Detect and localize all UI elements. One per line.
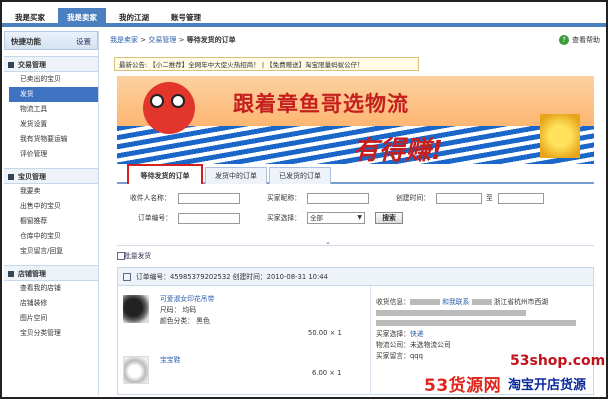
octopus-eye-icon	[171, 94, 185, 108]
sidebar-item-warehouse[interactable]: 仓库中的宝贝	[4, 229, 98, 244]
receiver-name-label: 收件人名称：	[130, 194, 171, 202]
search-button[interactable]: 搜索	[375, 212, 403, 224]
octopus-eye-icon	[150, 94, 164, 108]
sidebar-item-decorate[interactable]: 店铺装修	[4, 296, 98, 311]
sidebar-section-trade: 交易管理 已卖出的宝贝 发货 物流工具 发货设置 我有货物要运输 评价管理	[4, 56, 98, 162]
help-link[interactable]: ? 查看帮助	[559, 31, 600, 49]
sidebar-title: 快捷功能	[11, 37, 41, 46]
receiver-info: 收货信息： 和我联系 浙江省杭州市西湖	[376, 298, 549, 306]
column-divider	[370, 286, 371, 395]
created-start-input[interactable]	[436, 193, 482, 204]
sidebar-section-goods: 宝贝管理 我要卖 出售中的宝贝 橱窗推荐 仓库中的宝贝 宝贝留言/回复	[4, 168, 98, 259]
product-thumbnail[interactable]	[123, 295, 149, 323]
sidebar-item-ship-settings[interactable]: 发货设置	[4, 117, 98, 132]
banner-slogan: 有得赚!	[353, 136, 443, 164]
sidebar-section-title[interactable]: 宝贝管理	[4, 168, 98, 184]
gold-coins-graphic	[540, 114, 580, 158]
main-content: 我是卖家 > 交易管理 > 等待发货的订单 ? 查看帮助 最新公告: 【小二推荐】…	[110, 31, 600, 395]
product-color: 颜色分类： 黑色	[160, 317, 210, 325]
sidebar-item-transport[interactable]: 我有货物要运输	[4, 132, 98, 147]
breadcrumb: 我是卖家 > 交易管理 > 等待发货的订单	[110, 36, 236, 44]
order-number-text: 订单编号：45985379202532 创建时间：2010-08-31 10:4…	[136, 273, 328, 281]
tab-jianghu[interactable]: 我的江湖	[110, 8, 158, 27]
breadcrumb-trade[interactable]: 交易管理	[148, 36, 176, 44]
batch-ship-link[interactable]: 批量发货	[124, 252, 151, 261]
page-title: 等待发货的订单	[186, 36, 236, 44]
wangwang-contact-button[interactable]: 和我联系	[442, 298, 469, 306]
tab-seller[interactable]: 我是卖家	[58, 8, 106, 27]
receiver-info-redacted	[376, 318, 576, 328]
created-end-input[interactable]	[498, 193, 544, 204]
product-thumbnail[interactable]	[123, 356, 149, 384]
notice-bar[interactable]: 最新公告: 【小二推荐】全网年中大促火热招商！ | 【免费赠送】淘宝限量蚂蚁公仔…	[114, 57, 419, 71]
order-number-input[interactable]	[178, 213, 240, 224]
promo-banner[interactable]: 跟着章鱼哥选物流 有得赚!	[117, 76, 594, 164]
watermark-domain: 53shop.com	[510, 353, 606, 369]
sidebar-item-sell[interactable]: 我要卖	[4, 184, 98, 199]
settings-link[interactable]: 设置	[76, 32, 91, 51]
buyer-choice-label: 买家选择：	[267, 214, 301, 222]
sidebar-item-showcase[interactable]: 橱窗推荐	[4, 214, 98, 229]
buyer-nick-input[interactable]	[307, 193, 369, 204]
buyer-selection: 买家选择：快递	[376, 330, 424, 338]
tab-shipping[interactable]: 发货中的订单	[205, 167, 267, 184]
banner-headline: 跟着章鱼哥选物流	[233, 92, 409, 116]
redacted-text	[409, 299, 440, 305]
sidebar-section-title[interactable]: 交易管理	[4, 56, 98, 72]
collapse-icon	[8, 174, 14, 180]
product-price: 50.00 × 1	[308, 329, 342, 337]
sidebar-item-reviews[interactable]: 评价管理	[4, 147, 98, 162]
created-time-label: 创建时间：	[396, 194, 430, 202]
receiver-name-input[interactable]	[178, 193, 240, 204]
buyer-nick-label: 买家昵称：	[267, 194, 301, 202]
product-price: 6.00 × 1	[312, 369, 342, 377]
sidebar-section-title[interactable]: 店铺管理	[4, 265, 98, 281]
sidebar-item-messages[interactable]: 宝贝留言/回复	[4, 244, 98, 259]
sidebar-item-categories[interactable]: 宝贝分类管理	[4, 326, 98, 341]
watermark-brand: 53货源网	[424, 376, 502, 396]
breadcrumb-seller[interactable]: 我是卖家	[110, 36, 138, 44]
collapse-icon	[8, 62, 14, 68]
octopus-mascot-icon	[143, 82, 195, 134]
sidebar-item-ship[interactable]: 发货	[9, 87, 98, 102]
sidebar-item-on-sale[interactable]: 出售中的宝贝	[4, 199, 98, 214]
tab-shipped[interactable]: 已发货的订单	[269, 167, 331, 184]
buyer-choice-select[interactable]: 全部 ▼	[307, 212, 365, 224]
tab-awaiting-shipment[interactable]: 等待发货的订单	[127, 164, 203, 184]
divider	[117, 245, 594, 246]
tab-account[interactable]: 账号管理	[162, 8, 210, 27]
to-label: 至	[486, 194, 493, 202]
sidebar-item-sold[interactable]: 已卖出的宝贝	[4, 72, 98, 87]
product-title[interactable]: 宝宝鞋	[160, 355, 180, 365]
order-number-label: 订单编号：	[138, 214, 172, 222]
top-navigation: 我是买家 我是卖家 我的江湖 账号管理	[2, 2, 606, 27]
chevron-down-icon: ▼	[357, 214, 362, 221]
buyer-message: 买家留言：qqq	[376, 352, 423, 360]
product-size: 尺码： 均码	[160, 306, 197, 314]
watermark-slogan: 淘宝开店货源	[508, 378, 587, 393]
sidebar-item-logistics-tools[interactable]: 物流工具	[4, 102, 98, 117]
order-checkbox[interactable]	[123, 273, 131, 281]
sidebar: 快捷功能 设置 交易管理 已卖出的宝贝 发货 物流工具 发货设置 我有货物要运输…	[4, 31, 99, 395]
receiver-info-redacted	[376, 308, 526, 318]
order-header: 订单编号：45985379202532 创建时间：2010-08-31 10:4…	[118, 268, 593, 286]
help-icon: ?	[559, 35, 569, 45]
tab-buyer[interactable]: 我是买家	[6, 8, 54, 27]
sidebar-header: 快捷功能 设置	[4, 31, 98, 50]
logistics-company: 物流公司：未选物流公司	[376, 341, 451, 349]
sidebar-item-view-shop[interactable]: 查看我的店铺	[4, 281, 98, 296]
collapse-icon	[8, 271, 14, 277]
product-title[interactable]: 可爱淑女印花吊带	[160, 294, 214, 304]
redacted-text	[471, 299, 492, 305]
sidebar-item-images[interactable]: 图片空间	[4, 311, 98, 326]
order-tabs: 等待发货的订单 发货中的订单 已发货的订单	[117, 164, 594, 184]
sidebar-section-shop: 店铺管理 查看我的店铺 店铺装修 图片空间 宝贝分类管理	[4, 265, 98, 341]
